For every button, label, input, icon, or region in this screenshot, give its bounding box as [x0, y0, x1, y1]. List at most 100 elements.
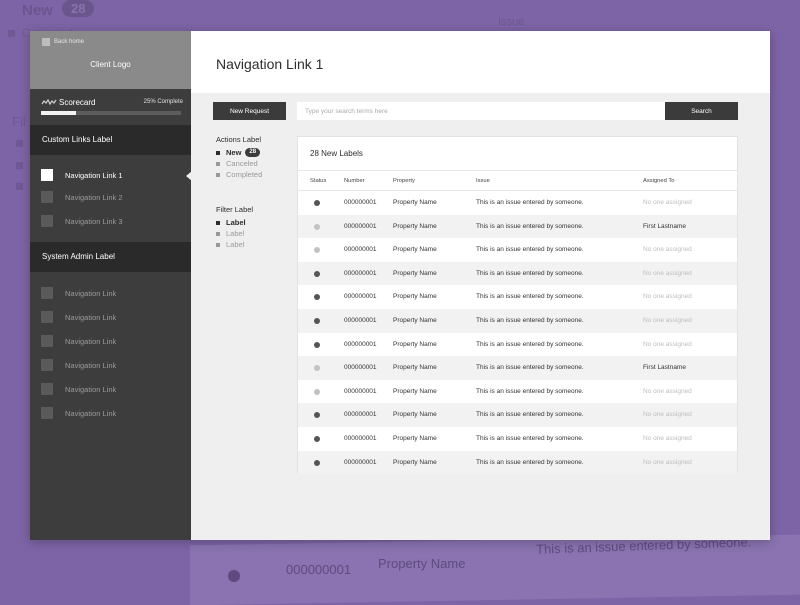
- sidebar-item-navigation-link-1[interactable]: Navigation Link 1: [30, 163, 191, 187]
- bullet-icon: [216, 150, 220, 155]
- bg-row-property: Property Name: [378, 556, 466, 571]
- table-row[interactable]: 000000001 Property Name This is an issue e…: [298, 309, 737, 333]
- sidebar-item-admin-6[interactable]: Navigation Link: [30, 401, 191, 425]
- status-dot-icon: [314, 200, 320, 206]
- sidebar-item-admin-4[interactable]: Navigation Link: [30, 353, 191, 377]
- column-header-status[interactable]: Status: [310, 178, 326, 184]
- page-header: Navigation Link 1: [191, 31, 770, 93]
- row-assigned-to: No one assigned: [643, 411, 692, 419]
- column-header-issue[interactable]: Issue: [476, 178, 490, 184]
- status-dot-icon: [314, 294, 320, 301]
- table-row[interactable]: 000000001 Property Name This is an issue e…: [298, 261, 737, 286]
- row-issue: This is an issue entered by someone.: [476, 246, 584, 254]
- row-assigned-to: No one assigned: [643, 199, 692, 206]
- row-assigned-to: No one assigned: [643, 387, 692, 395]
- table-row[interactable]: 000000001 Property Name This is an issue e…: [298, 214, 737, 239]
- column-header-assigned-to[interactable]: Assigned To: [643, 178, 674, 184]
- bullet-icon: [216, 242, 220, 247]
- row-property: Property Name: [393, 340, 437, 348]
- nav-item-icon: [41, 383, 53, 395]
- row-property: Property Name: [393, 199, 437, 206]
- sidebar-item-navigation-link-2[interactable]: Navigation Link 2: [30, 185, 191, 209]
- table-row[interactable]: 000000001 Property Name This is an issue e…: [298, 380, 737, 404]
- bg-filter-fragment: Fil: [12, 114, 26, 129]
- nav-item-icon: [41, 407, 53, 419]
- status-dot-icon: [314, 318, 320, 324]
- sidebar-item-label: Navigation Link 1: [65, 170, 123, 180]
- bullet-icon: [216, 231, 220, 236]
- row-issue: This is an issue entered by someone.: [476, 364, 584, 372]
- table-row[interactable]: 000000001 Property Name This is an issue e…: [298, 427, 737, 451]
- status-dot-icon: [314, 223, 320, 230]
- table-row[interactable]: 000000001 Property Name This is an issue e…: [298, 403, 737, 427]
- filter-option-label: Label: [226, 229, 245, 238]
- column-header-number[interactable]: Number: [344, 178, 365, 184]
- table-row[interactable]: 000000001 Property Name This is an issue e…: [298, 285, 737, 309]
- back-home-label: Back home: [54, 39, 85, 45]
- row-number: 000000001: [344, 222, 377, 230]
- actions-label: Actions Label: [216, 135, 262, 144]
- scorecard-percent: 25% Complete: [143, 99, 183, 105]
- table-row[interactable]: 000000001 Property Name This is an issue e…: [298, 450, 737, 475]
- table-row[interactable]: 000000001 Property Name This is an issue e…: [298, 191, 737, 215]
- filter-option-label: Label: [226, 218, 246, 227]
- main-content: Navigation Link 1 New Request Search Act…: [191, 31, 770, 540]
- row-property: Property Name: [393, 246, 437, 254]
- search-input[interactable]: [297, 102, 665, 120]
- row-number: 000000001: [344, 317, 377, 324]
- brand-block: Back home Client Logo: [30, 31, 191, 89]
- row-property: Property Name: [393, 411, 437, 419]
- status-dot-icon: [314, 270, 320, 277]
- row-issue: This is an issue entered by someone.: [476, 435, 584, 442]
- bg-new-count: 28: [62, 0, 95, 17]
- sidebar-item-label: Navigation Link: [65, 312, 117, 322]
- row-assigned-to: No one assigned: [643, 246, 692, 254]
- bg-bullet: [16, 140, 23, 147]
- row-issue: This is an issue entered by someone.: [476, 340, 584, 348]
- row-number: 000000001: [344, 435, 377, 442]
- nav-item-icon: [41, 359, 53, 371]
- row-issue: This is an issue entered by someone.: [476, 387, 584, 395]
- search-button[interactable]: Search: [665, 102, 738, 120]
- row-number: 000000001: [344, 293, 377, 301]
- sidebar-item-admin-3[interactable]: Navigation Link: [30, 329, 191, 353]
- action-filter-completed[interactable]: Completed: [216, 169, 291, 180]
- filter-option-2[interactable]: Label: [216, 228, 291, 239]
- bg-bullet: [8, 30, 15, 37]
- row-property: Property Name: [393, 269, 437, 277]
- sidebar-item-admin-1[interactable]: Navigation Link: [30, 281, 191, 305]
- sidebar-item-navigation-link-3[interactable]: Navigation Link 3: [30, 209, 191, 233]
- nav-item-icon: [41, 335, 53, 347]
- sidebar-item-admin-5[interactable]: Navigation Link: [30, 377, 191, 401]
- column-header-property[interactable]: Property: [393, 178, 415, 184]
- back-home-icon: [42, 38, 50, 46]
- row-number: 000000001: [344, 411, 377, 419]
- row-issue: This is an issue entered by someone.: [476, 317, 584, 324]
- new-count-badge: 28: [245, 148, 261, 157]
- row-property: Property Name: [393, 435, 437, 442]
- table-row[interactable]: 000000001 Property Name This is an issue e…: [298, 238, 737, 262]
- scorecard-label: Scorecard: [59, 98, 96, 107]
- results-table: 28 New Labels Status Number Property Iss…: [297, 136, 738, 475]
- row-issue: This is an issue entered by someone.: [476, 199, 584, 206]
- action-filter-new[interactable]: New 28: [216, 147, 291, 158]
- filter-option-1[interactable]: Label: [216, 217, 291, 228]
- table-row[interactable]: 000000001 Property Name This is an issue e…: [298, 356, 737, 380]
- action-filter-label: Completed: [226, 170, 263, 179]
- status-dot-icon: [314, 365, 320, 372]
- filter-option-3[interactable]: Label: [216, 239, 291, 250]
- back-home-link[interactable]: Back home: [42, 38, 84, 46]
- bg-bullet: [16, 183, 23, 190]
- scorecard[interactable]: Scorecard 25% Complete: [30, 89, 191, 125]
- system-admin-section-label: System Admin Label: [30, 242, 191, 272]
- bg-issue-header: Issue: [498, 16, 525, 28]
- action-filter-canceled[interactable]: Canceled: [216, 158, 291, 169]
- row-issue: This is an issue entered by someone.: [476, 222, 584, 230]
- status-dot-icon: [314, 436, 320, 442]
- nav-item-icon: [41, 287, 53, 299]
- sidebar-item-admin-2[interactable]: Navigation Link: [30, 305, 191, 329]
- row-issue: This is an issue entered by someone.: [476, 458, 584, 466]
- new-request-button[interactable]: New Request: [213, 102, 286, 120]
- table-row[interactable]: 000000001 Property Name This is an issue e…: [298, 333, 737, 357]
- filter-option-label: Label: [226, 240, 245, 249]
